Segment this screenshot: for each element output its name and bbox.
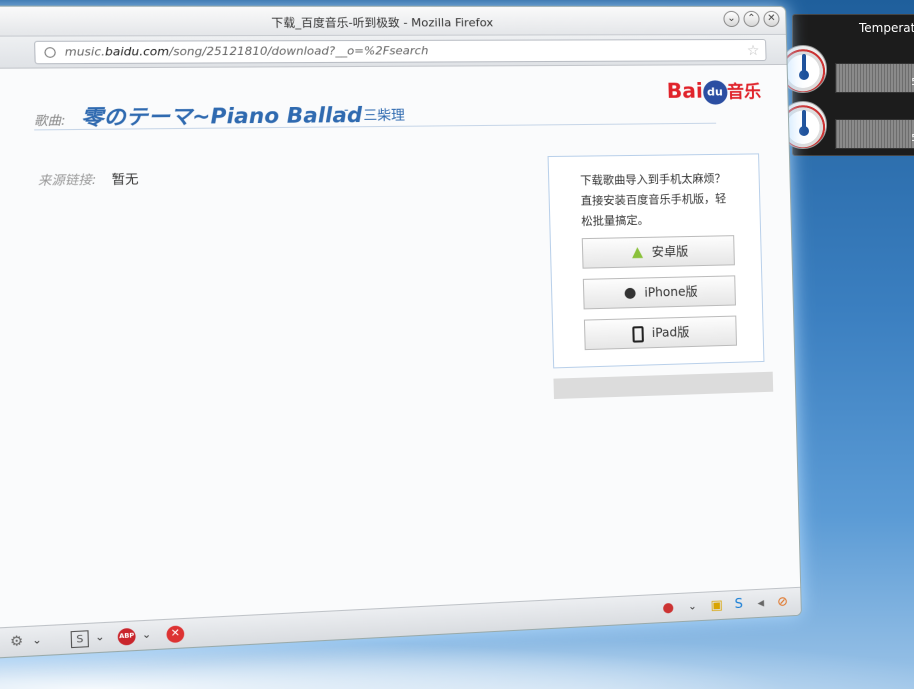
apple-icon: ● [623,284,637,302]
chevron-down-icon[interactable]: ⌄ [28,632,47,650]
song-title: 零のテーマ~Piano Ballad [80,102,363,130]
maximize-button[interactable]: ⌃ [743,10,760,27]
gear-icon[interactable]: ⚙ [7,633,26,651]
source-row: 来源链接: 暂无 [38,170,139,189]
skype-icon[interactable]: S [731,597,747,614]
song-label: 歌曲: [33,113,66,129]
bookmark-star-icon[interactable]: ☆ [747,41,760,61]
mask-icon[interactable]: ● [660,600,677,617]
android-icon: ▲ [631,244,644,261]
url-prefix: music. [64,44,106,59]
url-path: /song/25121810/download?__o=%2Fsearch [168,43,429,59]
temperature-bar: 58 [835,119,914,149]
stylish-icon[interactable]: S [70,630,89,649]
url-bar[interactable]: music.baidu.com/song/25121810/download?_… [33,38,767,65]
song-separator: - [343,102,349,117]
speaker-icon[interactable]: ◂ [753,595,769,612]
close-button[interactable]: ✕ [763,10,780,27]
window-title: 下载_百度音乐-听到极致 - Mozilla Firefox [271,16,494,30]
baidu-music-logo[interactable]: Bai du 音乐 [666,77,761,105]
panel-text: 下载歌曲导入到手机太麻烦？直接安装百度音乐手机版，轻松批量搞定。 [580,171,727,228]
panel-footer-bar [553,371,774,400]
ipad-download-button[interactable]: iPad版 [583,315,738,351]
source-value: 暂无 [111,171,139,187]
mobile-download-panel: 下载歌曲导入到手机太麻烦？直接安装百度音乐手机版，轻松批量搞定。 ▲ 安卓版 ● i… [547,153,765,369]
chevron-down-icon[interactable]: ⌄ [138,627,156,645]
source-label: 来源链接: [37,172,97,189]
browser-window: 下载_百度音乐-听到极致 - Mozilla Firefox ⌄ ⌃ ✕ mus… [0,5,802,660]
chevron-down-icon[interactable]: ⌄ [91,629,109,647]
song-header: 歌曲: 零のテーマ~Piano Ballad - 三柴理 [33,95,717,131]
minimize-button[interactable]: ⌄ [723,10,740,28]
chevron-down-icon[interactable]: ⌄ [684,599,701,616]
page-content: 歌曲: 零のテーマ~Piano Ballad - 三柴理 Bai du 音乐 来源链… [0,64,801,629]
android-download-button[interactable]: ▲ 安卓版 [581,235,735,269]
navigation-bar: music.baidu.com/song/25121810/download?_… [0,34,787,69]
iphone-download-button[interactable]: ● iPhone版 [582,275,736,310]
artist-link[interactable]: 三柴理 [363,104,405,124]
temperature-widget: Temperature 58 58 [779,14,914,156]
paw-icon: du [702,79,728,105]
globe-icon [44,47,56,58]
title-bar[interactable]: 下载_百度音乐-听到极致 - Mozilla Firefox ⌄ ⌃ ✕ [0,6,786,37]
adblock-icon[interactable]: ABP [117,627,136,646]
ipad-icon [632,325,644,343]
close-icon[interactable]: ✕ [166,625,185,644]
folder-icon[interactable]: ▣ [708,598,725,615]
no-script-icon[interactable]: ⊘ [775,594,791,611]
widget-title: Temperature [859,21,914,35]
temperature-bar: 58 [835,63,914,93]
url-domain: baidu.com [104,44,170,59]
